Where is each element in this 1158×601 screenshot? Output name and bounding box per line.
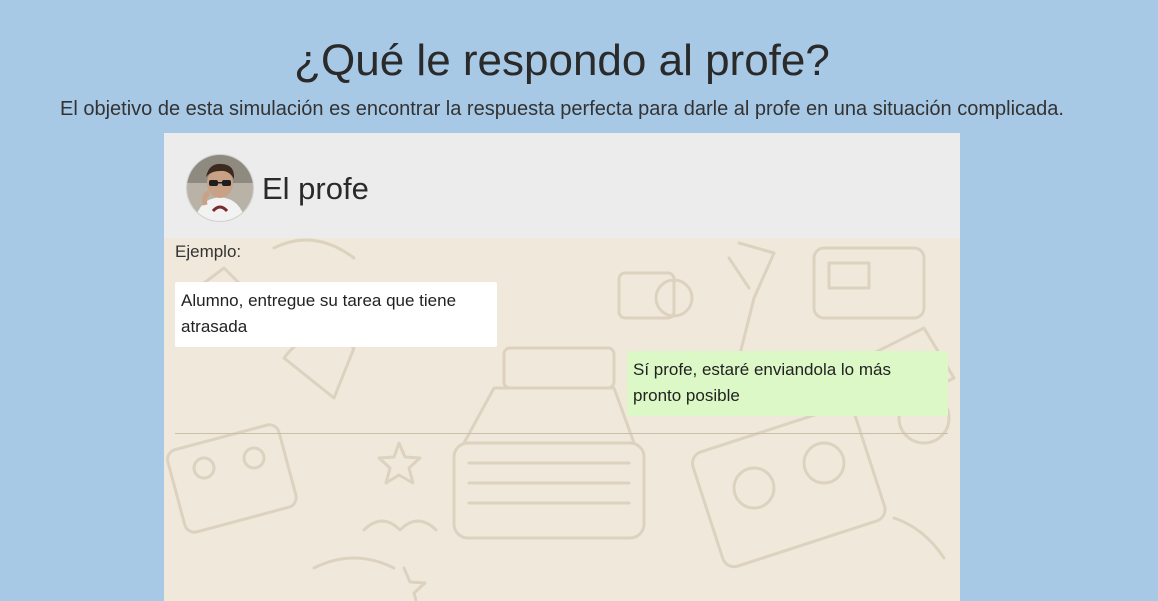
example-label: Ejemplo: <box>175 242 242 261</box>
chat-header: El profe <box>164 133 960 238</box>
chat-body: Ejemplo: Alumno, entregue su tarea que t… <box>164 238 960 601</box>
incoming-message: Alumno, entregue su tarea que tiene atra… <box>175 282 497 347</box>
profile-photo <box>187 155 253 221</box>
page-title: ¿Qué le respondo al profe? <box>294 36 830 85</box>
contact-name: El profe <box>262 171 369 206</box>
chat-window: El profe Ejemplo: Alumno, entregue su ta… <box>164 133 960 601</box>
divider <box>175 433 948 434</box>
outgoing-message: Sí profe, estaré enviandola lo más pront… <box>627 351 948 416</box>
avatar[interactable] <box>186 154 254 222</box>
page-subtitle: El objetivo de esta simulación es encont… <box>60 98 1064 120</box>
